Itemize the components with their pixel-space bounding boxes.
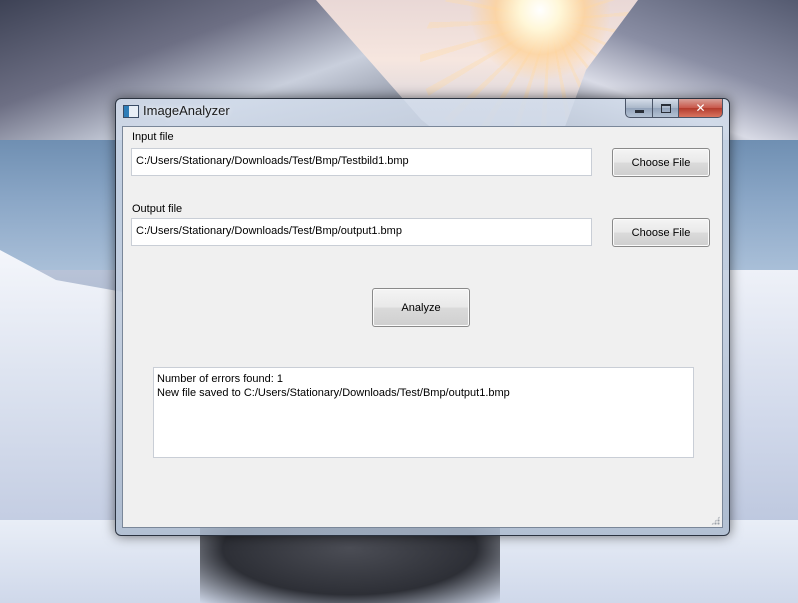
input-choose-file-button[interactable]: Choose File bbox=[612, 148, 710, 177]
close-icon: ✕ bbox=[695, 101, 706, 115]
title-bar[interactable]: ImageAnalyzer ✕ bbox=[116, 99, 727, 125]
result-line: Number of errors found: 1 bbox=[157, 373, 283, 385]
maximize-button[interactable] bbox=[653, 99, 679, 118]
input-file-label: Input file bbox=[132, 131, 174, 143]
input-file-field[interactable]: C:/Users/Stationary/Downloads/Test/Bmp/T… bbox=[131, 148, 592, 176]
image-analyzer-window: ImageAnalyzer ✕ Input file C:/Users/Stat… bbox=[115, 98, 730, 536]
resize-grip-icon[interactable] bbox=[711, 516, 720, 525]
minimize-button[interactable] bbox=[625, 99, 653, 118]
close-button[interactable]: ✕ bbox=[679, 99, 723, 118]
result-line: New file saved to C:/Users/Stationary/Do… bbox=[157, 387, 510, 399]
output-file-label: Output file bbox=[132, 203, 183, 215]
wallpaper-ice-right bbox=[720, 270, 798, 550]
window-title: ImageAnalyzer bbox=[143, 103, 230, 118]
maximize-icon bbox=[660, 103, 671, 113]
caption-buttons: ✕ bbox=[625, 99, 723, 118]
minimize-icon bbox=[634, 109, 644, 113]
window-client-area: Input file C:/Users/Stationary/Downloads… bbox=[122, 126, 723, 528]
output-choose-file-button[interactable]: Choose File bbox=[612, 218, 710, 247]
output-file-field[interactable]: C:/Users/Stationary/Downloads/Test/Bmp/o… bbox=[131, 218, 592, 246]
app-window-icon bbox=[123, 105, 139, 118]
wallpaper-rocks bbox=[200, 525, 500, 603]
analyze-button[interactable]: Analyze bbox=[372, 288, 470, 327]
results-output-box[interactable]: Number of errors found: 1 New file saved… bbox=[153, 367, 694, 458]
